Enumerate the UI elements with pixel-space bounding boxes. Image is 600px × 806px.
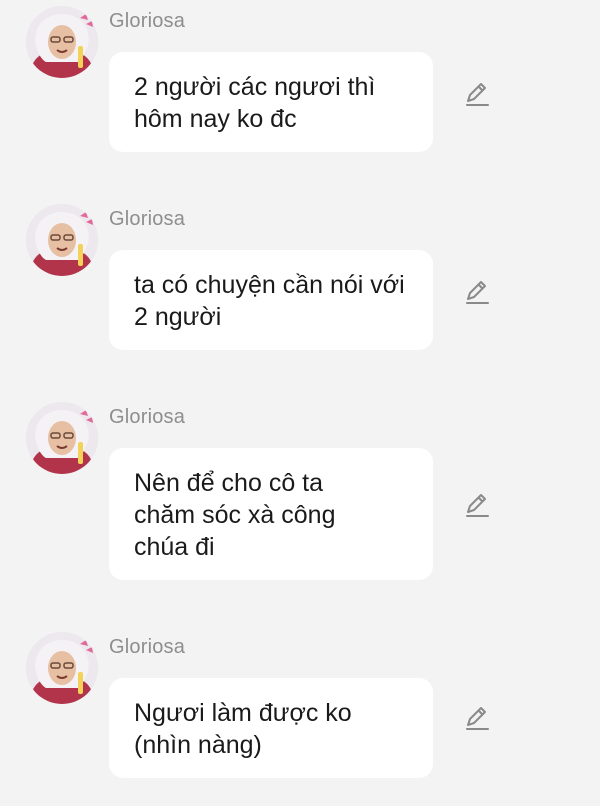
pencil-edit-icon[interactable] <box>463 80 491 108</box>
pencil-edit-icon[interactable] <box>463 491 491 519</box>
sender-name: Gloriosa <box>109 208 186 230</box>
sender-name: Gloriosa <box>109 636 186 658</box>
message-text: ta có chuyện cần nói với 2 người <box>134 271 405 331</box>
message-bubble[interactable]: 2 người các ngươi thì hôm nay ko đc <box>109 52 433 152</box>
pencil-edit-icon[interactable] <box>463 278 491 306</box>
sender-name: Gloriosa <box>109 406 186 428</box>
message-bubble[interactable]: Nên để cho cô ta chăm sóc xà công chúa đ… <box>109 448 433 580</box>
elderly-woman-avatar-icon <box>26 402 98 474</box>
sender-avatar[interactable] <box>26 632 98 704</box>
sender-name: Gloriosa <box>109 10 186 32</box>
elderly-woman-avatar-icon <box>26 632 98 704</box>
message-text: Ngươi làm được ko (nhìn nàng) <box>134 699 352 759</box>
sender-avatar[interactable] <box>26 204 98 276</box>
sender-avatar[interactable] <box>26 6 98 78</box>
sender-avatar[interactable] <box>26 402 98 474</box>
message-text: Nên để cho cô ta chăm sóc xà công chúa đ… <box>134 469 336 561</box>
elderly-woman-avatar-icon <box>26 6 98 78</box>
message-bubble[interactable]: ta có chuyện cần nói với 2 người <box>109 250 433 350</box>
pencil-edit-icon[interactable] <box>463 704 491 732</box>
message-bubble[interactable]: Ngươi làm được ko (nhìn nàng) <box>109 678 433 778</box>
elderly-woman-avatar-icon <box>26 204 98 276</box>
message-text: 2 người các ngươi thì hôm nay ko đc <box>134 73 376 133</box>
